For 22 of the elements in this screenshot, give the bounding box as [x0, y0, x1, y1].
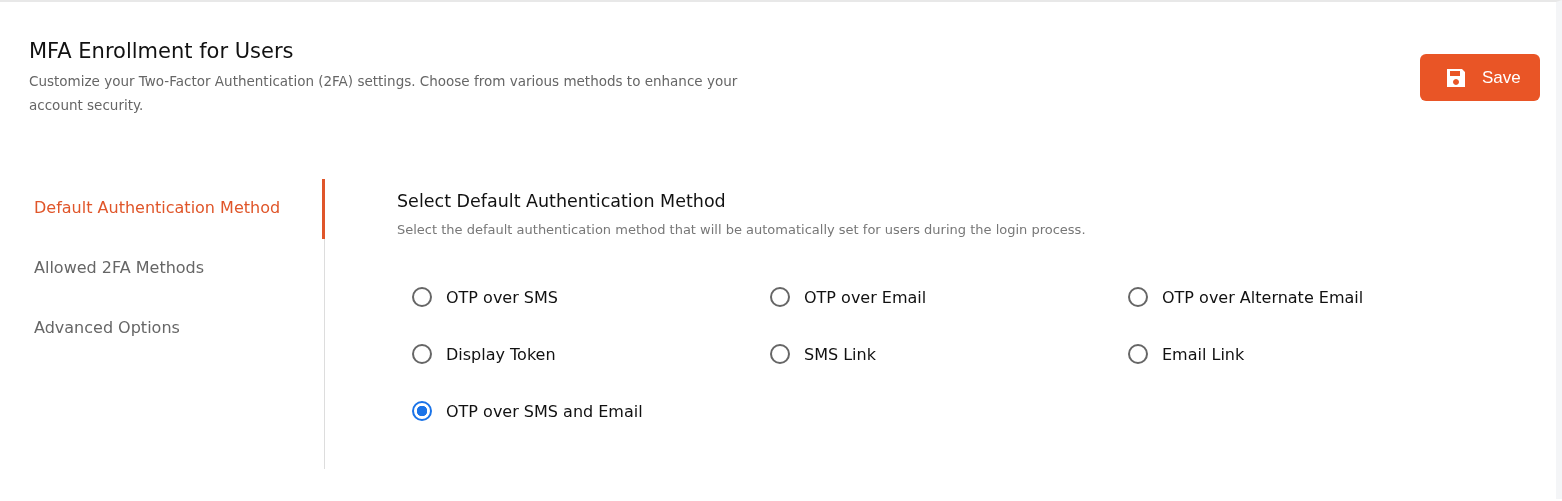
option-label: SMS Link [804, 344, 876, 364]
option-label: Display Token [446, 344, 556, 364]
radio-button[interactable] [770, 344, 790, 364]
save-button[interactable]: Save [1420, 54, 1540, 101]
radio-button[interactable] [412, 401, 432, 421]
radio-button[interactable] [1128, 287, 1148, 307]
sidebar-item[interactable]: Advanced Options [34, 299, 325, 359]
sidebar-item[interactable]: Default Authentication Method [34, 179, 325, 239]
option-label: OTP over Email [804, 287, 927, 307]
page-title: MFA Enrollment for Users [29, 38, 295, 65]
radio-button[interactable] [1128, 344, 1148, 364]
radio-button[interactable] [412, 287, 432, 307]
option-label: OTP over SMS and Email [446, 401, 643, 421]
section-title: Select Default Authentication Method [397, 190, 727, 213]
sidebar-item[interactable]: Allowed 2FA Methods [34, 239, 325, 299]
option-label: OTP over Alternate Email [1162, 287, 1364, 307]
section-description: Select the default authentication method that will be automatically set for users during the login process. [397, 221, 1087, 239]
page-description: Customize your Two-Factor Authentication (2FA) settings. Choose from various methods to enhance your account security. [29, 72, 739, 115]
option-label: Email Link [1162, 344, 1245, 364]
radio-button[interactable] [412, 344, 432, 364]
radio-button[interactable] [770, 287, 790, 307]
option-label: OTP over SMS [446, 287, 558, 307]
